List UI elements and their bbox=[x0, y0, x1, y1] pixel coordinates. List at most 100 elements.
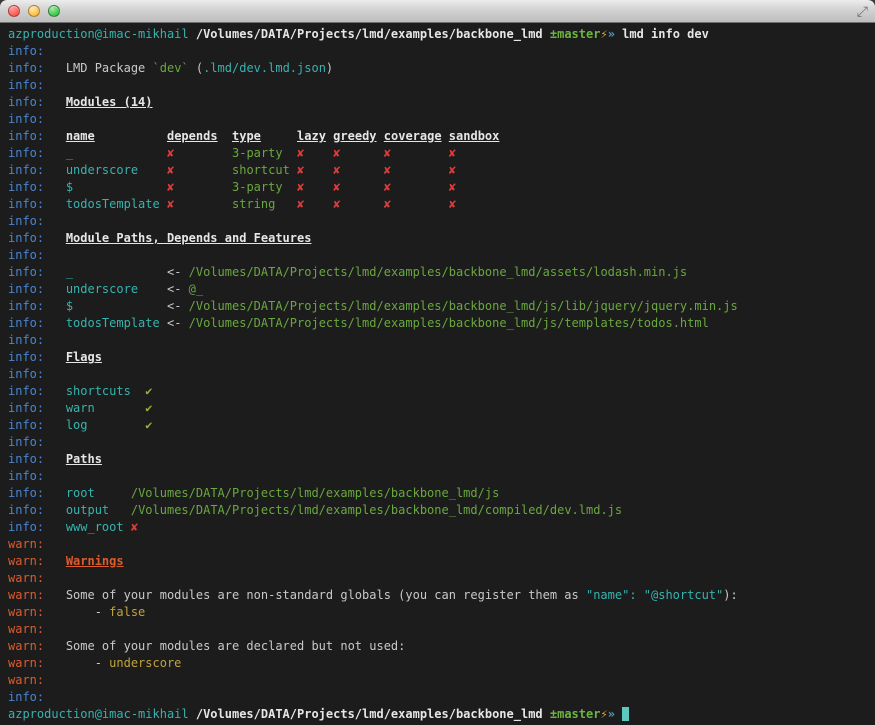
terminal-text: info: bbox=[8, 333, 45, 347]
terminal-text: info: bbox=[8, 503, 45, 517]
output-line: info: bbox=[8, 111, 867, 128]
fullscreen-icon[interactable]: ⤢ bbox=[857, 2, 868, 22]
output-line: info: bbox=[8, 247, 867, 264]
zoom-button[interactable] bbox=[48, 5, 60, 17]
terminal-text: info: bbox=[8, 469, 45, 483]
cursor[interactable] bbox=[622, 707, 630, 721]
terminal-text: depends bbox=[166, 129, 218, 143]
terminal-text: <- bbox=[166, 299, 189, 313]
terminal-text: greedy bbox=[333, 129, 377, 143]
output-line: warn: bbox=[8, 672, 867, 689]
terminal-text: ) bbox=[325, 61, 334, 75]
terminal-text: info: bbox=[8, 435, 45, 449]
output-line: info: $ ✘ 3-party ✘ ✘ ✘ ✘ bbox=[8, 179, 867, 196]
terminal-window: ⤢ azproduction@imac-mikhail /Volumes/DAT… bbox=[0, 0, 875, 725]
terminal-text: string bbox=[232, 197, 276, 211]
close-button[interactable] bbox=[8, 5, 20, 17]
output-line: info: _ ✘ 3-party ✘ ✘ ✘ ✘ bbox=[8, 145, 867, 162]
output-line: warn: Some of your modules are declared … bbox=[8, 638, 867, 655]
output-line: warn: - false bbox=[8, 604, 867, 621]
prompt-line: azproduction@imac-mikhail /Volumes/DATA/… bbox=[8, 706, 867, 723]
output-line: info: Flags bbox=[8, 349, 867, 366]
terminal-text: ✘ bbox=[383, 180, 391, 194]
output-line: info: www_root ✘ bbox=[8, 519, 867, 536]
prompt-cwd: /Volumes/DATA/Projects/lmd/examples/back… bbox=[195, 27, 543, 41]
terminal-text: info: bbox=[8, 316, 45, 330]
terminal-text: output bbox=[65, 503, 131, 517]
titlebar: ⤢ bbox=[0, 0, 875, 23]
output-line: info: warn ✔ bbox=[8, 400, 867, 417]
output-line: info: underscore <- @_ bbox=[8, 281, 867, 298]
terminal-text: warn: bbox=[8, 622, 45, 636]
section-modules: Modules (14) bbox=[65, 95, 153, 109]
terminal-text: .lmd/dev.lmd.json bbox=[203, 61, 326, 75]
terminal-text: <- bbox=[166, 316, 189, 330]
terminal-text: shortcut bbox=[232, 163, 290, 177]
terminal-text: log bbox=[65, 418, 146, 432]
output-line: info: bbox=[8, 77, 867, 94]
minimize-button[interactable] bbox=[28, 5, 40, 17]
terminal-text: /Volumes/DATA/Projects/lmd/examples/back… bbox=[188, 299, 738, 313]
terminal-text: info: bbox=[8, 520, 45, 534]
terminal-text: warn: bbox=[8, 571, 45, 585]
terminal-text: @_ bbox=[188, 282, 204, 296]
terminal-text: ): bbox=[723, 588, 738, 602]
git-branch: ±master bbox=[549, 27, 601, 41]
terminal-text: info: bbox=[8, 299, 45, 313]
terminal-text: info: bbox=[8, 248, 45, 262]
terminal-text: ✔ bbox=[145, 401, 153, 415]
terminal-text: name bbox=[65, 129, 95, 143]
output-line: info: todosTemplate ✘ string ✘ ✘ ✘ ✘ bbox=[8, 196, 867, 213]
terminal-text: ( bbox=[188, 61, 204, 75]
terminal-text: <- bbox=[166, 265, 189, 279]
terminal-text: info: bbox=[8, 367, 45, 381]
terminal-text: todosTemplate bbox=[65, 316, 167, 330]
output-line: info: LMD Package `dev` (.lmd/dev.lmd.js… bbox=[8, 60, 867, 77]
terminal-output[interactable]: azproduction@imac-mikhail /Volumes/DATA/… bbox=[0, 23, 875, 725]
terminal-text: info: bbox=[8, 282, 45, 296]
terminal-text: info: bbox=[8, 197, 45, 211]
terminal-text: www_root bbox=[65, 520, 131, 534]
terminal-text: Some of your modules are non-standard gl… bbox=[65, 588, 586, 602]
output-line: warn: Some of your modules are non-stand… bbox=[8, 587, 867, 604]
terminal-text: info: bbox=[8, 690, 45, 704]
section-flags: Flags bbox=[65, 350, 102, 364]
terminal-text: $ bbox=[65, 299, 167, 313]
terminal-text: info: bbox=[8, 214, 45, 228]
git-branch: ±master bbox=[549, 707, 601, 721]
terminal-text: info: bbox=[8, 61, 45, 75]
output-line: info: bbox=[8, 689, 867, 706]
terminal-text: LMD Package bbox=[65, 61, 153, 75]
output-line: info: name depends type lazy greedy cove… bbox=[8, 128, 867, 145]
terminal-text: /Volumes/DATA/Projects/lmd/examples/back… bbox=[130, 503, 623, 517]
terminal-text: info: bbox=[8, 486, 45, 500]
terminal-text: <- bbox=[166, 282, 189, 296]
terminal-text: `dev` bbox=[152, 61, 189, 75]
terminal-text: _ bbox=[65, 265, 167, 279]
